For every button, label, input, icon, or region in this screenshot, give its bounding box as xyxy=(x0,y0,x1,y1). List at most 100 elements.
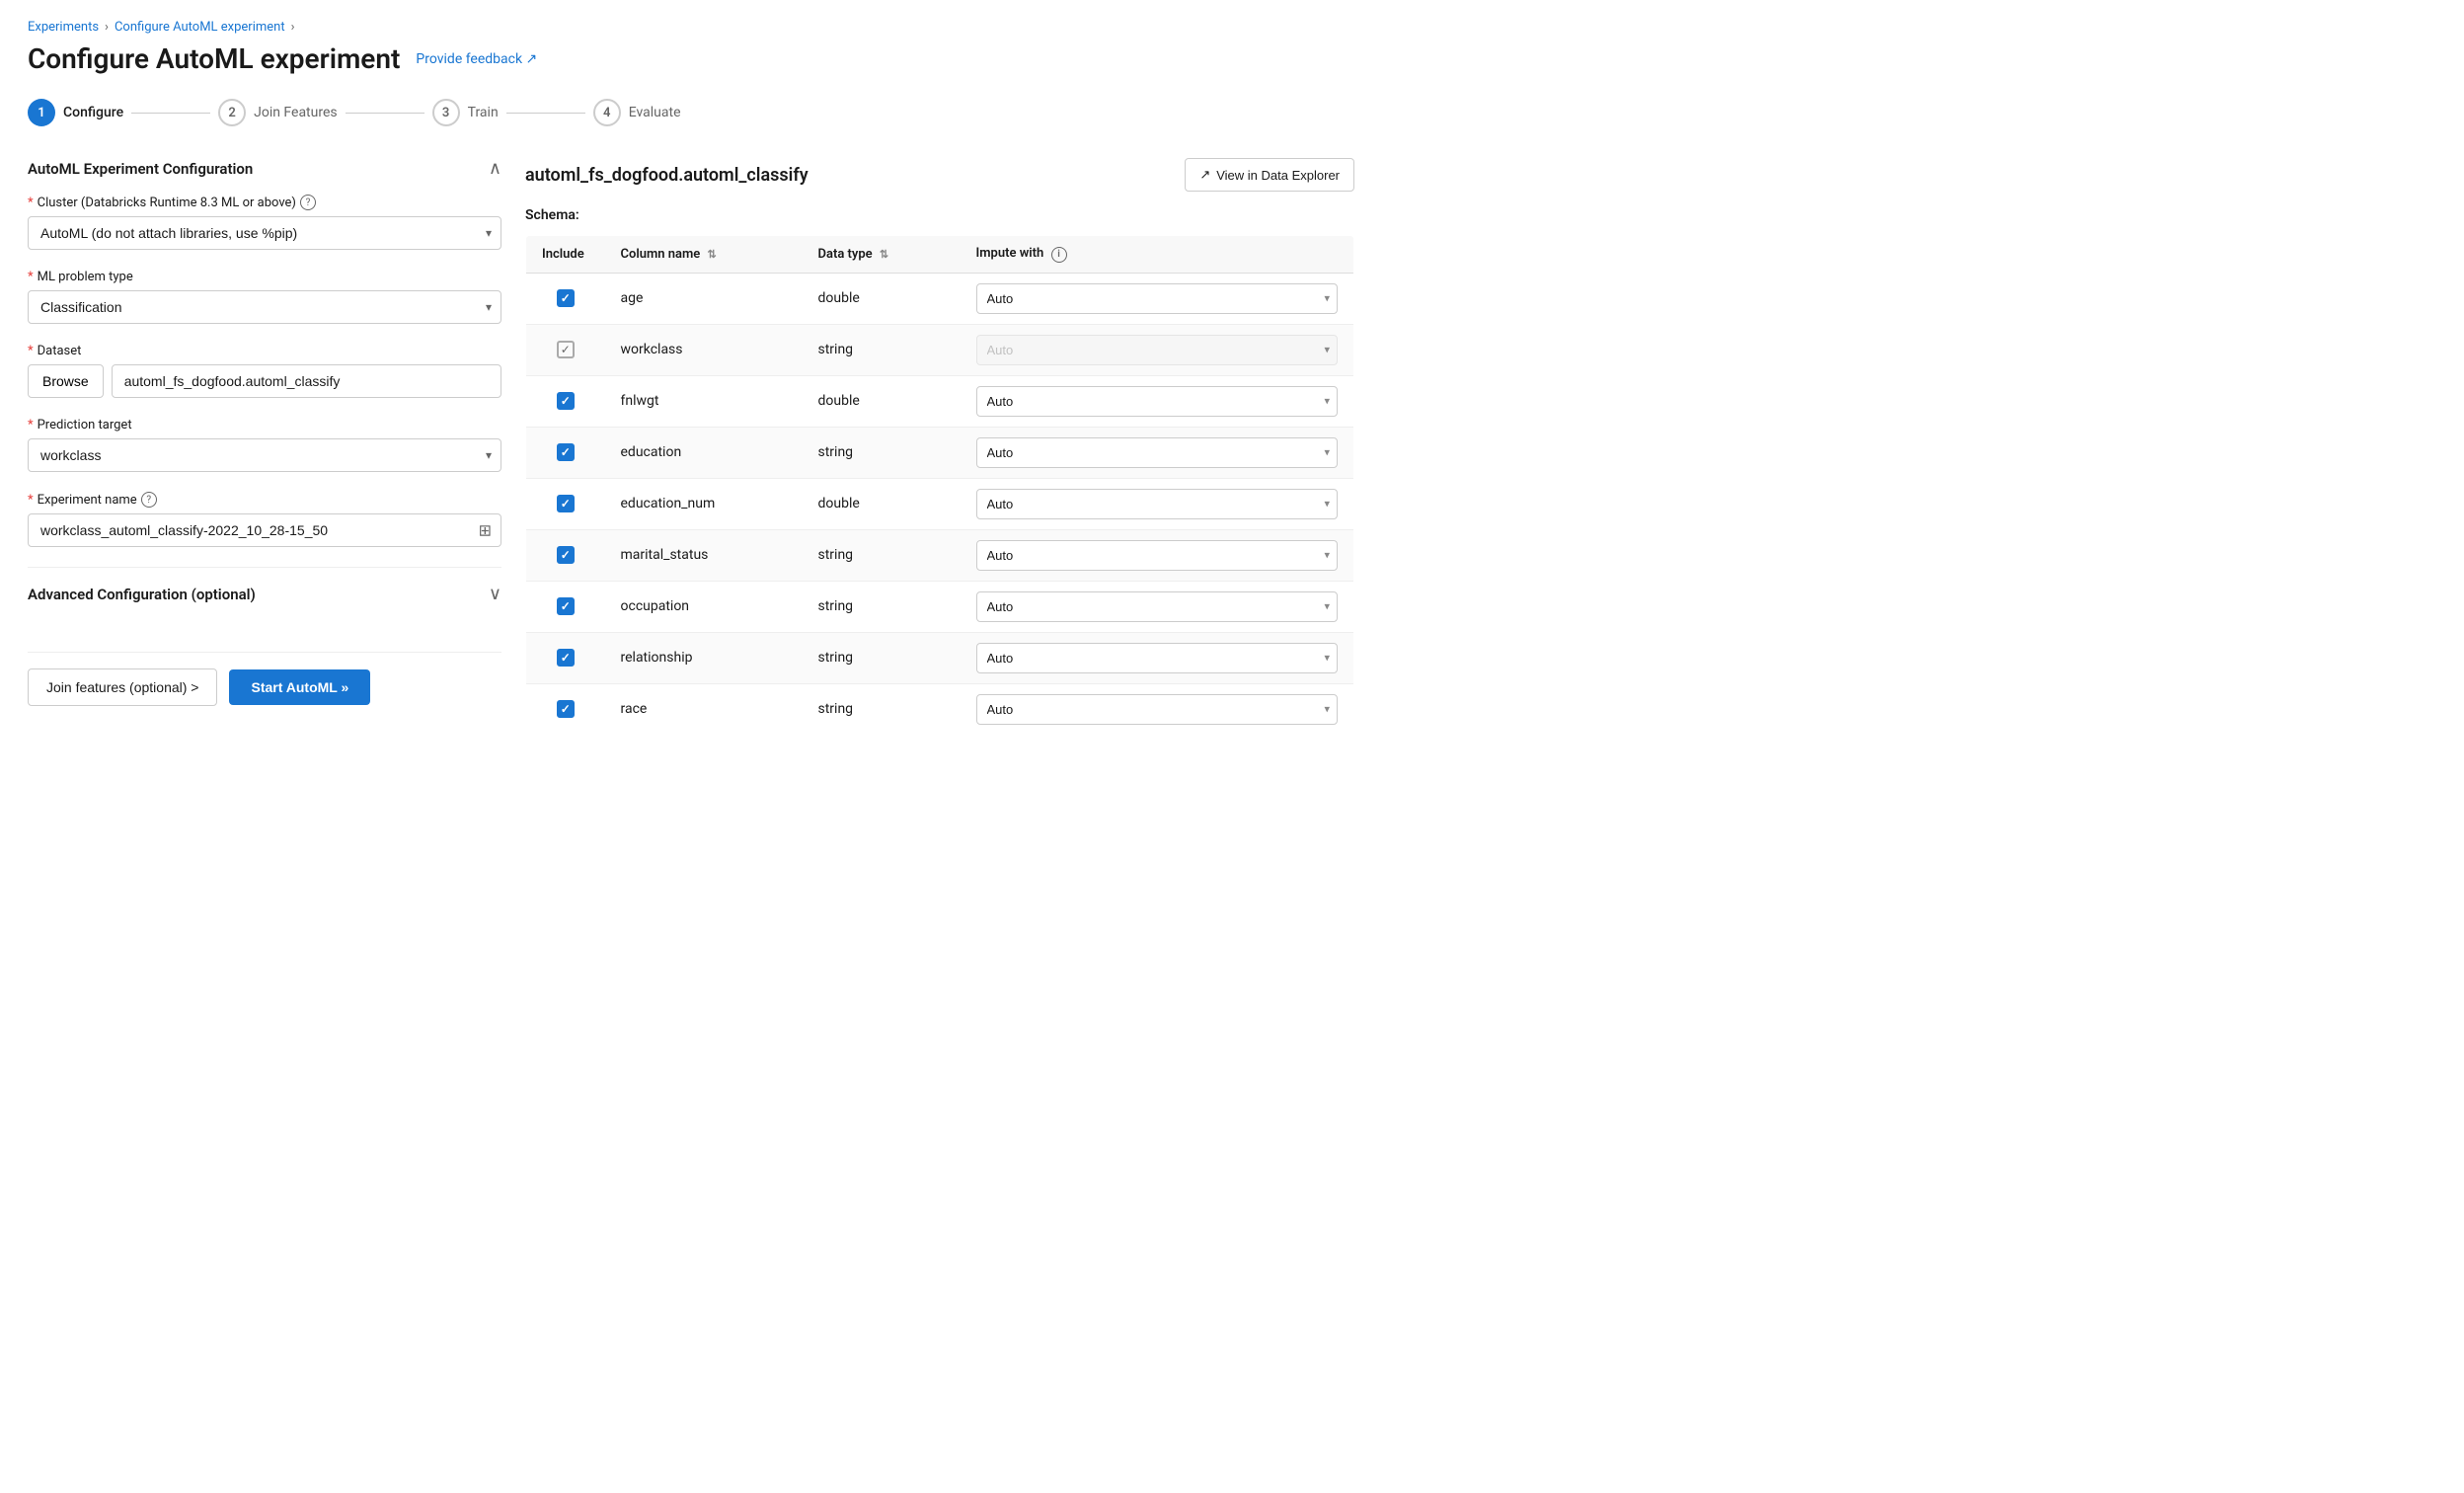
include-cell[interactable] xyxy=(526,478,605,529)
checkbox-checked[interactable] xyxy=(557,700,575,718)
experiment-name-input[interactable] xyxy=(28,513,501,547)
include-cell[interactable] xyxy=(526,632,605,683)
checkbox-checked[interactable] xyxy=(557,495,575,512)
view-in-explorer-button[interactable]: ↗ View in Data Explorer xyxy=(1185,158,1354,192)
impute-cell[interactable]: Auto▾ xyxy=(961,324,1354,375)
cluster-label: * Cluster (Databricks Runtime 8.3 ML or … xyxy=(28,195,501,210)
impute-select[interactable]: Auto xyxy=(976,283,1339,314)
feedback-link[interactable]: Provide feedback ↗ xyxy=(416,51,537,67)
step-4-circle: 4 xyxy=(593,99,621,126)
impute-select[interactable]: Auto xyxy=(976,643,1339,673)
column-name-cell: workclass xyxy=(605,324,803,375)
column-name-cell: race xyxy=(605,683,803,735)
table-row: marital_statusstringAuto▾ xyxy=(526,529,1354,581)
column-name-cell: fnlwgt xyxy=(605,375,803,427)
step-3[interactable]: 3 Train xyxy=(432,99,499,126)
data-type-cell: string xyxy=(803,632,961,683)
checkbox-checked[interactable] xyxy=(557,443,575,461)
checkbox-checked[interactable] xyxy=(557,649,575,667)
step-connector-3 xyxy=(506,113,585,114)
advanced-expand-icon[interactable]: ∨ xyxy=(489,584,501,604)
bottom-bar: Join features (optional) > Start AutoML … xyxy=(28,652,501,706)
data-type-cell: double xyxy=(803,273,961,324)
section-header: AutoML Experiment Configuration ∧ xyxy=(28,158,501,179)
checkbox-checked[interactable] xyxy=(557,289,575,307)
browse-button[interactable]: Browse xyxy=(28,364,104,398)
checkbox-partial[interactable] xyxy=(557,341,575,358)
include-cell[interactable] xyxy=(526,273,605,324)
impute-cell[interactable]: Auto▾ xyxy=(961,581,1354,632)
impute-select[interactable]: Auto xyxy=(976,591,1339,622)
impute-select[interactable]: Auto xyxy=(976,489,1339,519)
impute-select-wrapper: Auto▾ xyxy=(976,540,1339,571)
step-3-circle: 3 xyxy=(432,99,460,126)
impute-select[interactable]: Auto xyxy=(976,335,1339,365)
table-row: education_numdoubleAuto▾ xyxy=(526,478,1354,529)
step-4[interactable]: 4 Evaluate xyxy=(593,99,681,126)
impute-cell[interactable]: Auto▾ xyxy=(961,683,1354,735)
col-header-include: Include xyxy=(526,236,605,274)
include-cell[interactable] xyxy=(526,375,605,427)
experiment-name-icon: ⊞ xyxy=(479,521,492,540)
col-header-data-type[interactable]: Data type ⇅ xyxy=(803,236,961,274)
include-cell[interactable] xyxy=(526,683,605,735)
impute-cell[interactable]: Auto▾ xyxy=(961,478,1354,529)
impute-select-wrapper: Auto▾ xyxy=(976,335,1339,365)
schema-label: Schema: xyxy=(525,207,1354,223)
join-features-button[interactable]: Join features (optional) > xyxy=(28,668,217,706)
ml-problem-label: * ML problem type xyxy=(28,270,501,284)
impute-select[interactable]: Auto xyxy=(976,694,1339,725)
step-1-label: Configure xyxy=(63,105,123,120)
include-cell[interactable] xyxy=(526,529,605,581)
cluster-select[interactable]: AutoML (do not attach libraries, use %pi… xyxy=(28,216,501,250)
impute-select[interactable]: Auto xyxy=(976,386,1339,417)
data-type-sort-icon: ⇅ xyxy=(880,248,888,261)
data-type-cell: string xyxy=(803,581,961,632)
breadcrumb-configure[interactable]: Configure AutoML experiment xyxy=(115,20,285,35)
impute-cell[interactable]: Auto▾ xyxy=(961,273,1354,324)
impute-select-wrapper: Auto▾ xyxy=(976,643,1339,673)
impute-cell[interactable]: Auto▾ xyxy=(961,375,1354,427)
include-cell[interactable] xyxy=(526,324,605,375)
include-cell[interactable] xyxy=(526,581,605,632)
advanced-section[interactable]: Advanced Configuration (optional) ∨ xyxy=(28,567,501,620)
impute-select[interactable]: Auto xyxy=(976,540,1339,571)
step-1[interactable]: 1 Configure xyxy=(28,99,123,126)
col-header-column-name[interactable]: Column name ⇅ xyxy=(605,236,803,274)
impute-select-wrapper: Auto▾ xyxy=(976,283,1339,314)
ml-problem-select[interactable]: Classification xyxy=(28,290,501,324)
prediction-target-label: * Prediction target xyxy=(28,418,501,432)
include-cell[interactable] xyxy=(526,427,605,478)
dataset-group: * Dataset Browse xyxy=(28,344,501,398)
table-row: racestringAuto▾ xyxy=(526,683,1354,735)
impute-select[interactable]: Auto xyxy=(976,437,1339,468)
section-title: AutoML Experiment Configuration xyxy=(28,160,253,178)
checkbox-checked[interactable] xyxy=(557,597,575,615)
checkbox-checked[interactable] xyxy=(557,392,575,410)
impute-cell[interactable]: Auto▾ xyxy=(961,529,1354,581)
ml-problem-group: * ML problem type Classification ▾ xyxy=(28,270,501,324)
dataset-input[interactable] xyxy=(112,364,501,398)
page-container: Experiments › Configure AutoML experimen… xyxy=(0,0,1382,755)
ml-problem-select-wrapper: Classification ▾ xyxy=(28,290,501,324)
column-name-sort-icon: ⇅ xyxy=(708,248,717,261)
breadcrumb: Experiments › Configure AutoML experimen… xyxy=(28,20,1354,35)
page-title: Configure AutoML experiment xyxy=(28,42,400,75)
prediction-target-group: * Prediction target workclass ▾ xyxy=(28,418,501,472)
step-2[interactable]: 2 Join Features xyxy=(218,99,338,126)
start-automl-button[interactable]: Start AutoML » xyxy=(229,669,370,705)
breadcrumb-experiments[interactable]: Experiments xyxy=(28,20,99,35)
table-row: educationstringAuto▾ xyxy=(526,427,1354,478)
table-row: fnlwgtdoubleAuto▾ xyxy=(526,375,1354,427)
impute-select-wrapper: Auto▾ xyxy=(976,591,1339,622)
data-type-cell: string xyxy=(803,683,961,735)
dataset-row: Browse xyxy=(28,364,501,398)
cluster-help-icon[interactable]: ? xyxy=(300,195,316,210)
impute-cell[interactable]: Auto▾ xyxy=(961,632,1354,683)
prediction-target-select[interactable]: workclass xyxy=(28,438,501,472)
impute-cell[interactable]: Auto▾ xyxy=(961,427,1354,478)
collapse-icon[interactable]: ∧ xyxy=(489,158,501,179)
checkbox-checked[interactable] xyxy=(557,546,575,564)
experiment-help-icon[interactable]: ? xyxy=(141,492,157,508)
impute-help-icon[interactable]: i xyxy=(1051,247,1067,263)
